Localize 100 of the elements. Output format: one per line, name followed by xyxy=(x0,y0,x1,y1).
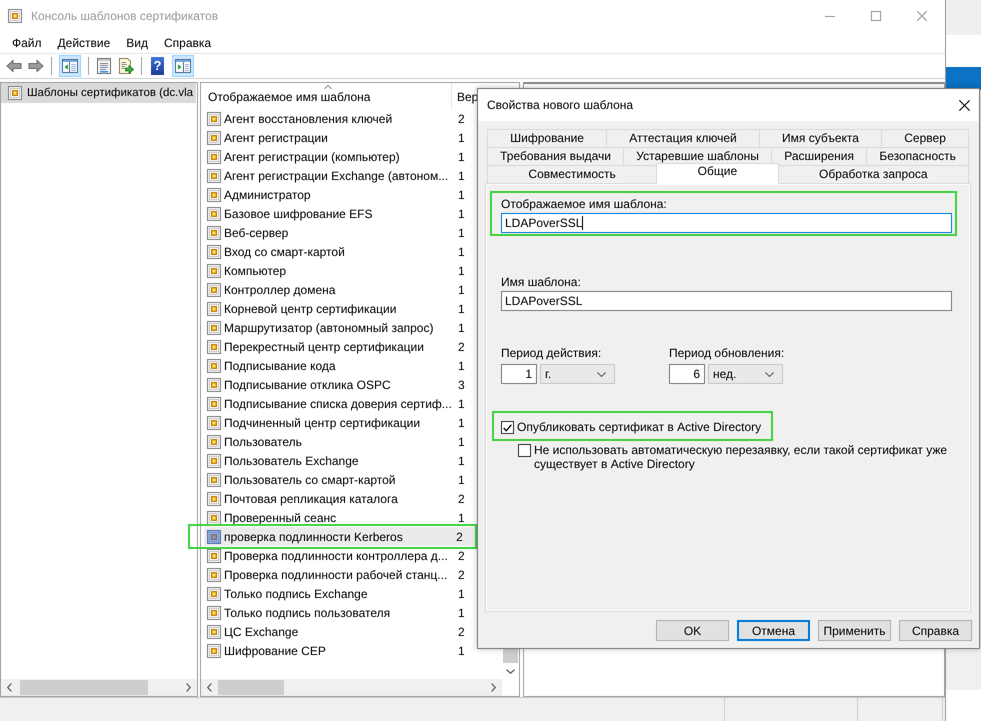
scroll-left-icon[interactable] xyxy=(7,683,12,692)
help-button[interactable]: ? xyxy=(151,57,164,75)
tab[interactable]: Расширения xyxy=(771,147,868,165)
close-icon[interactable] xyxy=(959,100,970,110)
certificate-icon xyxy=(207,416,221,430)
template-row[interactable]: Агент регистрации Exchange (автоном... 1 xyxy=(204,166,477,185)
checkbox[interactable] xyxy=(518,444,531,457)
header-bar xyxy=(946,67,981,90)
certificate-icon xyxy=(207,434,221,448)
document-list-icon[interactable] xyxy=(96,58,112,74)
template-row[interactable]: Вход со смарт-картой 1 xyxy=(204,242,477,261)
template-row[interactable]: Только подпись Exchange 1 xyxy=(204,584,477,603)
template-name: Пользователь Exchange xyxy=(224,454,359,468)
template-row[interactable]: Контроллер домена 1 xyxy=(204,280,477,299)
template-row[interactable]: Подписывание кода 1 xyxy=(204,356,477,375)
unit-dropdown[interactable]: нед. xyxy=(708,364,783,384)
dialog-button[interactable]: Справка xyxy=(899,620,972,641)
tab[interactable]: Безопасность xyxy=(866,147,970,165)
template-row[interactable]: Агент регистрации 1 xyxy=(204,128,477,147)
checkbox-label[interactable]: Не использовать автоматическую перезаявку, если такой сертификат уже существует в Active Directory xyxy=(534,443,959,471)
dialog-button[interactable]: Применить xyxy=(818,620,891,641)
template-row[interactable]: Шифрование CEP 1 xyxy=(204,641,477,660)
scroll-right-icon[interactable] xyxy=(186,683,191,692)
dialog-button[interactable]: Отмена xyxy=(737,620,810,641)
tab[interactable]: Общие xyxy=(656,163,779,184)
template-row[interactable]: Администратор 1 xyxy=(204,185,477,204)
template-row[interactable]: Почтовая репликация каталога 2 xyxy=(204,489,477,508)
template-version: 1 xyxy=(458,606,465,620)
chevron-down-icon xyxy=(765,372,774,376)
template-row[interactable]: Проверка подлинности контроллера д... 2 xyxy=(204,546,477,565)
menu-item[interactable]: Файл xyxy=(4,34,50,50)
checkbox-label[interactable]: Опубликовать сертификат в Active Directory xyxy=(517,420,762,434)
tab[interactable]: Совместимость xyxy=(487,165,658,183)
scrollbar-thumb[interactable] xyxy=(503,649,518,663)
scrollbar-thumb[interactable] xyxy=(218,680,284,695)
back-arrow-icon[interactable] xyxy=(6,58,22,74)
template-row[interactable]: Только подпись пользователя 1 xyxy=(204,603,477,622)
scroll-left-icon[interactable] xyxy=(207,683,212,692)
menu-item[interactable]: Действие xyxy=(50,34,118,50)
template-version: 1 xyxy=(458,226,465,240)
scroll-right-icon[interactable] xyxy=(491,683,496,692)
unit-dropdown[interactable]: г. xyxy=(540,364,615,384)
number-field[interactable]: 6 xyxy=(669,364,705,384)
template-row[interactable]: Агент восстановления ключей 2 xyxy=(204,109,477,128)
menu-item[interactable]: Вид xyxy=(118,34,156,50)
number-field[interactable]: 1 xyxy=(501,364,537,384)
text-field[interactable]: LDAPoverSSL xyxy=(501,213,952,233)
tab[interactable]: Шифрование xyxy=(487,129,608,147)
tab[interactable]: Устаревшие шаблоны xyxy=(623,147,772,165)
template-name: Пользователь со смарт-картой xyxy=(224,472,396,486)
template-name: Проверка подлинности контроллера д... xyxy=(224,548,448,562)
column-header[interactable]: Отображаемое имя шаблона xyxy=(204,83,452,109)
template-row[interactable]: Компьютер 1 xyxy=(204,261,477,280)
certificate-icon xyxy=(207,112,221,126)
template-version: 1 xyxy=(458,396,465,410)
certificate-icon xyxy=(207,606,221,620)
tab[interactable]: Аттестация ключей xyxy=(606,129,760,147)
template-row[interactable]: Подписывание отклика OSPC 3 xyxy=(204,375,477,394)
template-row[interactable]: Пользователь Exchange 1 xyxy=(204,451,477,470)
template-version: 1 xyxy=(458,282,465,296)
checkbox[interactable] xyxy=(501,421,514,434)
template-row[interactable]: проверка подлинности Kerberos 2 xyxy=(204,527,475,546)
horizontal-scrollbar[interactable] xyxy=(1,679,197,696)
dialog-title: Свойства нового шаблона xyxy=(487,98,634,112)
template-name: Проверенный сеанс xyxy=(224,510,336,524)
tab[interactable]: Сервер xyxy=(881,129,970,147)
template-row[interactable]: Пользователь 1 xyxy=(204,432,477,451)
template-row[interactable]: Корневой центр сертификации 1 xyxy=(204,299,477,318)
template-row[interactable]: Проверенный сеанс 1 xyxy=(204,508,477,527)
text-field[interactable]: LDAPoverSSL xyxy=(501,291,952,311)
template-version: 1 xyxy=(458,358,465,372)
dialog-button[interactable]: OK xyxy=(656,620,729,641)
template-row[interactable]: ЦС Exchange 2 xyxy=(204,622,477,641)
template-row[interactable]: Базовое шифрование EFS 1 xyxy=(204,204,477,223)
forward-arrow-icon[interactable] xyxy=(28,58,44,74)
menu-item[interactable]: Справка xyxy=(156,34,220,50)
template-row[interactable]: Веб-сервер 1 xyxy=(204,223,477,242)
template-row[interactable]: Агент регистрации (компьютер) 1 xyxy=(204,147,477,166)
template-name: Контроллер домена xyxy=(224,282,336,296)
template-version: 1 xyxy=(458,586,465,600)
template-row[interactable]: Подчиненный центр сертификации 1 xyxy=(204,413,477,432)
certificate-icon xyxy=(207,168,221,182)
tab[interactable]: Требования выдачи xyxy=(487,147,624,165)
template-row[interactable]: Подписывание списка доверия сертиф... 1 xyxy=(204,394,477,413)
tab[interactable]: Обработка запроса xyxy=(778,165,969,183)
tree-item[interactable]: Шаблоны сертификатов (dc.vla xyxy=(1,83,196,103)
template-name: Подписывание кода xyxy=(224,358,336,372)
tab[interactable]: Имя субъекта xyxy=(758,129,882,147)
column-header[interactable]: Вер xyxy=(452,83,477,109)
horizontal-scrollbar[interactable] xyxy=(201,679,502,696)
template-version: 2 xyxy=(456,530,463,544)
document-arrow-icon[interactable] xyxy=(118,58,134,74)
template-row[interactable]: Маршрутизатор (автономный запрос) 1 xyxy=(204,318,477,337)
scrollbar-thumb[interactable] xyxy=(20,680,148,695)
maximize-icon[interactable] xyxy=(871,11,881,21)
field-label: Имя шаблона: xyxy=(501,275,582,289)
scroll-down-icon[interactable] xyxy=(506,668,515,674)
template-row[interactable]: Проверка подлинности рабочей станц... 2 xyxy=(204,565,477,584)
template-row[interactable]: Пользователь со смарт-картой 1 xyxy=(204,470,477,489)
template-row[interactable]: Перекрестный центр сертификации 2 xyxy=(204,337,477,356)
